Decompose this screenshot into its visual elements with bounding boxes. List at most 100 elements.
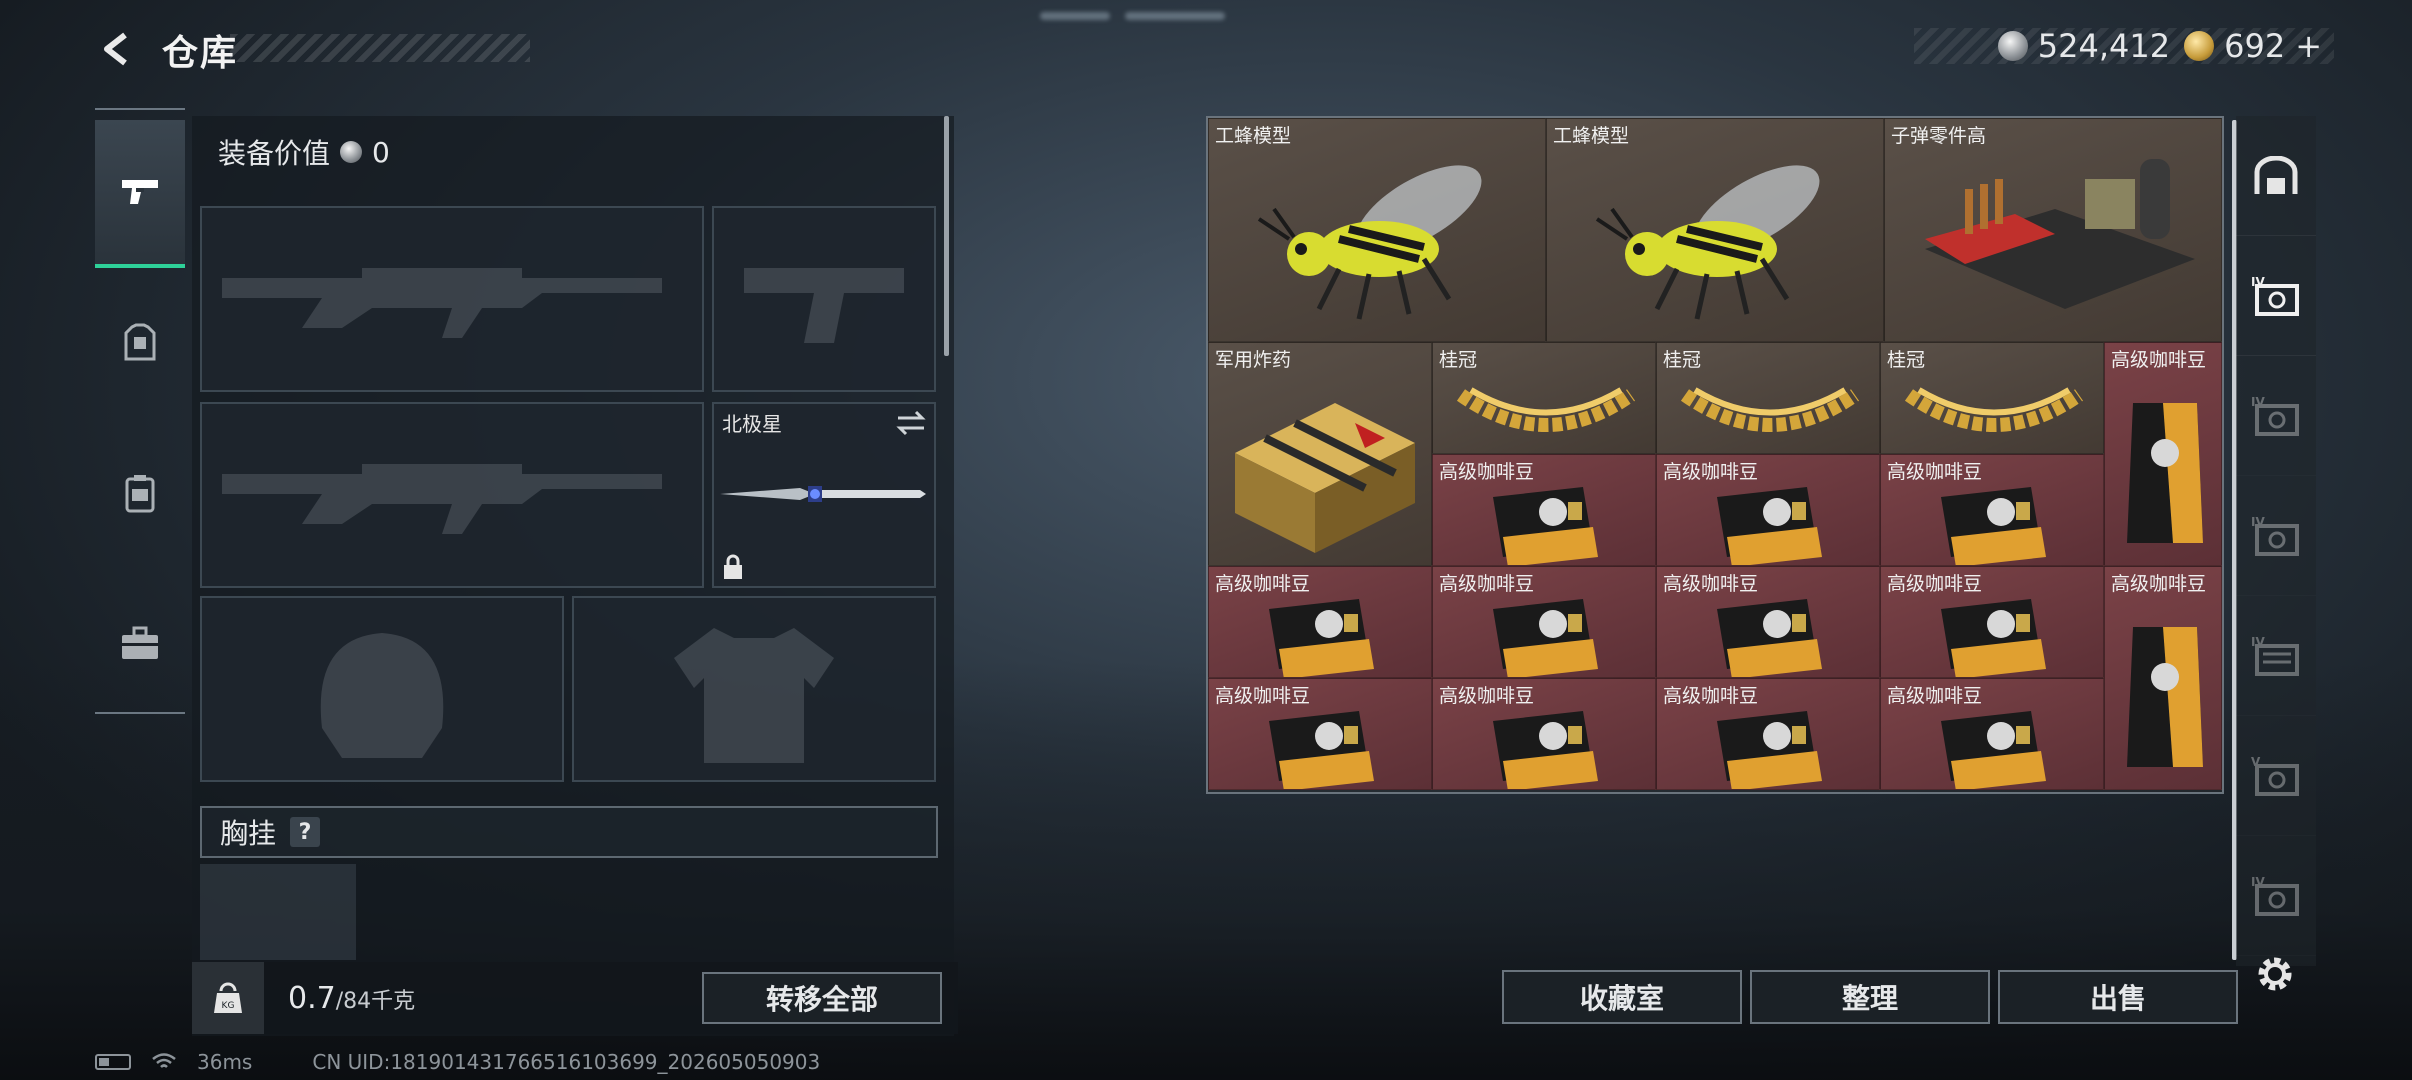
toolbox-icon [122,626,158,659]
pistol-silhouette-icon [744,268,904,343]
carry-weight: 0.7/84千克 [288,981,415,1016]
tier-label: IV [2251,515,2265,529]
bee-model-icon [1595,165,1820,320]
explosive-crate-icon [1235,403,1415,553]
coffee-bag-icon [1941,599,2046,677]
transfer-all-button[interactable]: 转移全部 [702,972,942,1024]
tier-label: V [2251,755,2261,769]
stash-tab-5[interactable]: V [2236,716,2316,836]
chest-rig-slot[interactable] [200,864,356,960]
stash-tab-main[interactable] [2236,116,2316,236]
left-category-nav [95,108,185,714]
coffee-bag-icon [1717,711,1822,789]
stash-item-bee[interactable]: 工蜂模型 [1546,118,1884,342]
item-label: 高级咖啡豆 [2111,349,2207,371]
ceiling-light [1040,12,1110,20]
stash-tab-3[interactable]: IV [2236,476,2316,596]
melee-name: 北极星 [722,412,782,436]
primary-weapon-slot[interactable] [200,206,704,392]
sell-button[interactable]: 出售 [1998,970,2238,1024]
tier-label: IV [2251,875,2265,889]
stash-item-laurel[interactable]: 桂冠 [1656,342,1880,454]
stash-home-icon [2254,155,2298,194]
laurel-crown-icon [1904,387,2084,432]
nav-backpack[interactable] [95,418,185,568]
backpack-icon [125,475,155,513]
stash-item-coffee-tall[interactable]: 高级咖啡豆 [2104,566,2222,790]
stash-item-coffee[interactable]: 高级咖啡豆 [1880,566,2104,678]
item-label: 军用炸药 [1215,349,1292,371]
stash-item-coffee-tall[interactable]: 高级咖啡豆 [2104,342,2222,566]
armor-vest-icon [124,323,156,361]
gold-coin-icon [2184,31,2215,61]
stash-tab-2[interactable]: IV [2236,356,2316,476]
stash-item-bee[interactable]: 工蜂模型 [1208,118,1546,342]
coffee-bag-icon [1717,599,1822,677]
svg-text:KG: KG [222,1001,235,1011]
organize-button[interactable]: 整理 [1750,970,1990,1024]
helmet-silhouette-icon [320,633,444,758]
stash-item-coffee[interactable]: 高级咖啡豆 [1656,678,1880,790]
collection-room-button[interactable]: 收藏室 [1502,970,1742,1024]
stash-page-tabs: IV IV IV IV V IV [2236,116,2316,966]
uid-text: CN UID:1819014317665161036​99_2026050509… [312,1050,821,1074]
stash-item-coffee[interactable]: 高级咖啡豆 [1208,678,1432,790]
pistol-icon [122,180,158,204]
stash-item-coffee[interactable]: 高级咖啡豆 [1880,454,2104,566]
safe-box-icon: IV [2251,395,2299,436]
coffee-bag-icon [1269,711,1374,789]
stash-item-laurel[interactable]: 桂冠 [1880,342,2104,454]
stash-item-laurel[interactable]: 桂冠 [1432,342,1656,454]
chest-rig-label: 胸挂 [220,817,277,850]
wifi-icon [152,1053,176,1068]
stash-item-coffee[interactable]: 高级咖啡豆 [1208,566,1432,678]
stash-item-coffee[interactable]: 高级咖啡豆 [1880,678,2104,790]
stash-item-explosive[interactable]: 军用炸药 [1208,342,1432,566]
safe-box-icon: IV [2251,875,2299,916]
equipment-scrollbar[interactable] [944,116,949,356]
ceiling-light [1125,12,1225,20]
stash-item-coffee[interactable]: 高级咖啡豆 [1432,678,1656,790]
chest-rig-help-button[interactable]: ? [290,817,321,847]
coffee-bag-icon [1493,487,1598,565]
sidearm-slot[interactable] [712,206,936,392]
back-button[interactable] [92,26,142,72]
body-armor-slot[interactable] [572,596,936,782]
stash-item-coffee[interactable]: 高级咖啡豆 [1656,454,1880,566]
melee-slot[interactable]: 北极星 [712,402,936,588]
settings-gear-icon[interactable] [2253,952,2297,996]
rifle-silhouette-icon [222,464,662,534]
nav-armor[interactable] [95,268,185,418]
currency-bar: 524,412 692 + [1914,27,2334,65]
ping-text: 36ms [197,1050,253,1074]
coffee-bag-icon [1941,711,2046,789]
item-label: 高级咖啡豆 [2111,573,2207,595]
stash-item-ammo-parts[interactable]: 子弹零件高 [1884,118,2222,342]
carry-weight-current: 0.7 [288,980,336,1016]
ammo-kit-icon [1925,159,2195,309]
stash-tab-1[interactable]: IV [2236,236,2316,356]
swap-icon[interactable] [896,410,926,436]
stash-tab-4[interactable]: IV [2236,596,2316,716]
coffee-bag-icon [1717,487,1822,565]
coffee-bag-icon [2127,627,2203,767]
helmet-slot[interactable] [200,596,564,782]
gold-amount: 692 [2224,27,2286,65]
nav-weapons[interactable] [95,120,185,268]
knife-icon [720,486,926,502]
weight-bar: KG 0.7/84千克 转移全部 [192,962,958,1034]
stash-item-coffee[interactable]: 高级咖啡豆 [1432,566,1656,678]
stash-tab-6[interactable]: IV [2236,836,2316,956]
gold-currency[interactable]: 692 + [2184,27,2322,65]
nav-toolbox[interactable] [95,568,185,718]
container-box-icon: IV [2251,635,2299,676]
vest-silhouette-icon [674,628,834,763]
tier-label: IV [2251,395,2265,409]
stash-item-coffee[interactable]: 高级咖啡豆 [1432,454,1656,566]
stash-item-coffee[interactable]: 高级咖啡豆 [1656,566,1880,678]
equipment-value: 装备价值 0 [218,132,390,172]
title-decoration [230,34,530,62]
secondary-weapon-slot[interactable] [200,402,704,588]
coffee-bag-icon [1269,599,1374,677]
gold-add-button[interactable]: + [2295,27,2322,65]
